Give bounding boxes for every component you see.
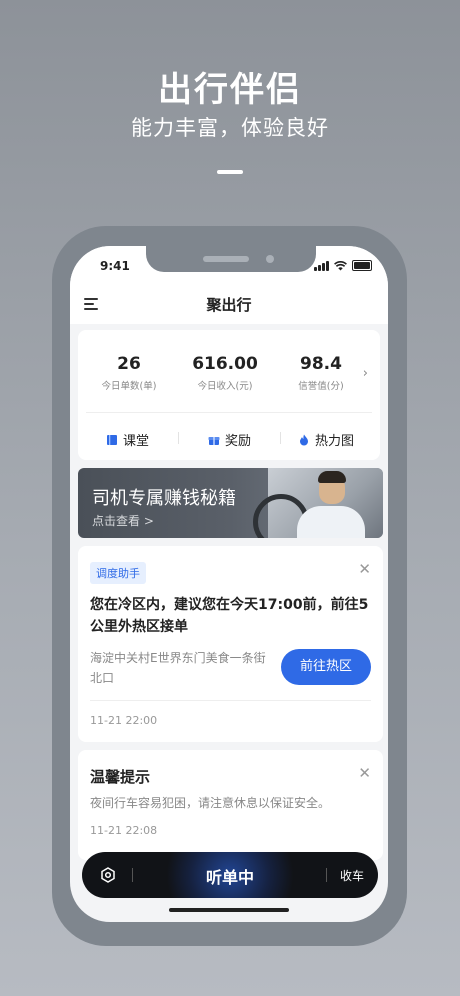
dispatch-message: 您在冷区内，建议您在今天17:00前，前往5公里外热区接单 <box>90 597 369 635</box>
hero-title: 出行伴侣 <box>158 70 302 110</box>
banner-link[interactable]: 点击查看 > <box>92 512 154 529</box>
phone-screen: 9:41 聚出行 26 今日单数(单) 616.00 今日收入(元) 98.4 … <box>70 246 388 922</box>
banner-title: 司机专属赚钱秘籍 <box>92 488 236 509</box>
divider <box>178 432 179 444</box>
status-bar: 9:41 <box>70 246 388 286</box>
chevron-right-icon[interactable]: › <box>363 366 368 381</box>
go-hot-zone-button[interactable]: 前往热区 <box>281 649 371 685</box>
stat-value: 98.4 <box>300 354 342 374</box>
status-icons <box>314 260 372 271</box>
bottom-action-bar: 听单中 收车 <box>82 852 378 898</box>
quick-link-heatmap[interactable]: 热力图 <box>298 430 354 449</box>
stat-value: 26 <box>117 354 141 374</box>
book-icon <box>107 434 117 445</box>
battery-icon <box>352 260 372 271</box>
page-title: 聚出行 <box>206 296 252 314</box>
quick-link-label: 奖励 <box>225 434 252 449</box>
stat-label: 今日收入(元) <box>197 381 253 392</box>
listening-status-button[interactable]: 听单中 <box>82 864 378 888</box>
dispatch-location: 海淀中关村E世界东门美食一条街北口 <box>90 651 266 685</box>
promo-banner[interactable]: 司机专属赚钱秘籍 点击查看 > <box>78 468 383 538</box>
driver-graphic <box>297 506 365 538</box>
dispatch-time: 11-21 22:00 <box>90 714 158 727</box>
notch-speaker <box>203 256 249 262</box>
driver-hair-graphic <box>318 471 346 483</box>
tip-time: 11-21 22:08 <box>90 824 158 837</box>
stat-label: 今日单数(单) <box>101 381 157 392</box>
tip-body: 夜间行车容易犯困，请注意休息以保证安全。 <box>90 796 331 810</box>
divider <box>90 700 371 701</box>
quick-link-reward[interactable]: 奖励 <box>208 430 251 449</box>
tip-card: 温馨提示 ✕ 夜间行车容易犯困，请注意休息以保证安全。 11-21 22:08 <box>78 750 383 860</box>
stat-value: 616.00 <box>192 354 258 374</box>
dispatch-card: 调度助手 ✕ 您在冷区内，建议您在今天17:00前，前往5公里外热区接单 海淀中… <box>78 546 383 742</box>
notch-camera <box>266 255 274 263</box>
stat-orders: 26 今日单数(单) <box>84 354 174 392</box>
dispatch-tag: 调度助手 <box>90 562 146 584</box>
stat-label: 信誉值(分) <box>298 381 344 392</box>
tip-title: 温馨提示 <box>90 768 151 786</box>
navbar: 聚出行 <box>70 286 388 324</box>
hero-subtitle: 能力丰富，体验良好 <box>131 116 329 140</box>
divider <box>280 432 281 444</box>
divider <box>86 412 372 413</box>
flame-icon <box>300 434 308 445</box>
home-indicator <box>169 908 289 912</box>
stats-card[interactable]: 26 今日单数(单) 616.00 今日收入(元) 98.4 信誉值(分) › … <box>78 330 380 460</box>
signal-icon <box>314 261 329 271</box>
stop-work-button[interactable]: 收车 <box>340 867 364 884</box>
gift-icon <box>208 436 220 445</box>
stat-income: 616.00 今日收入(元) <box>180 354 270 392</box>
close-icon[interactable]: ✕ <box>358 764 371 782</box>
status-time: 9:41 <box>100 259 130 273</box>
quick-link-classroom[interactable]: 课堂 <box>106 430 149 449</box>
divider <box>326 868 327 882</box>
wifi-icon <box>334 261 347 271</box>
close-icon[interactable]: ✕ <box>358 560 371 578</box>
quick-link-label: 课堂 <box>123 434 150 449</box>
quick-link-label: 热力图 <box>315 434 355 449</box>
stat-credit: 98.4 信誉值(分) <box>276 354 366 392</box>
hero-divider <box>217 170 243 174</box>
